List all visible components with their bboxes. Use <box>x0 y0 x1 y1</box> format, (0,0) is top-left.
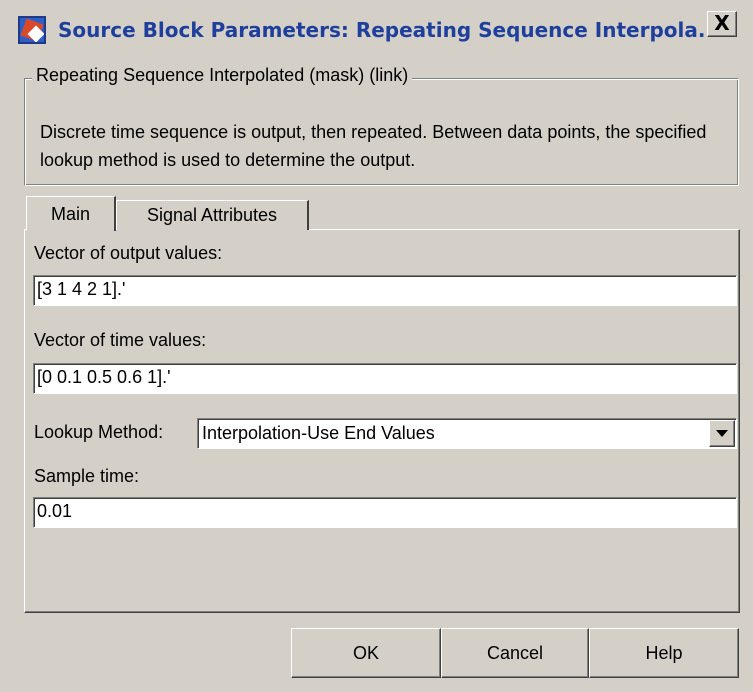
title-bar[interactable]: Source Block Parameters: Repeating Seque… <box>8 10 748 50</box>
output-values-label: Vector of output values: <box>34 243 223 263</box>
output-values-input[interactable]: [3 1 4 2 1].' <box>33 275 737 306</box>
time-values-input[interactable]: [0 0.1 0.5 0.6 1].' <box>33 363 737 394</box>
tab-signal-attributes[interactable]: Signal Attributes <box>116 200 309 230</box>
simulink-block-icon <box>18 16 46 44</box>
time-values-label: Vector of time values: <box>34 330 207 350</box>
ok-button[interactable]: OK <box>291 628 441 678</box>
block-description: Discrete time sequence is output, then r… <box>40 122 707 170</box>
group-legend: Repeating Sequence Interpolated (mask) (… <box>32 65 413 86</box>
cancel-button[interactable]: Cancel <box>441 628 589 678</box>
sample-time-input[interactable]: 0.01 <box>33 497 737 528</box>
lookup-method-value: Interpolation-Use End Values <box>202 423 435 443</box>
chevron-down-icon[interactable] <box>709 420 735 447</box>
dialog-window: Source Block Parameters: Repeating Seque… <box>0 0 753 692</box>
close-button[interactable]: X <box>707 11 737 37</box>
tab-main[interactable]: Main <box>26 196 116 231</box>
sample-time-label: Sample time: <box>34 466 140 486</box>
lookup-method-label: Lookup Method: <box>34 422 164 442</box>
window-title: Source Block Parameters: Repeating Seque… <box>58 18 721 42</box>
help-button[interactable]: Help <box>589 628 739 678</box>
lookup-method-select[interactable]: Interpolation-Use End Values <box>197 418 737 449</box>
